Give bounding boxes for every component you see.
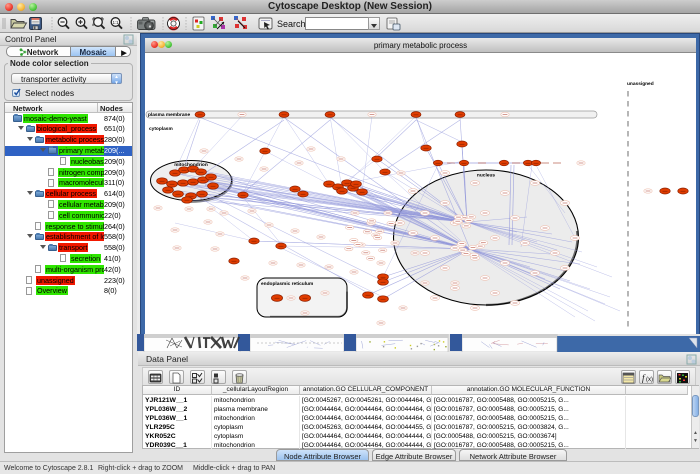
svg-text:cytoplasm: cytoplasm [149, 126, 173, 132]
svg-text:mitochondrion: mitochondrion [174, 162, 208, 168]
svg-text:(x): (x) [646, 377, 653, 383]
svg-text:nucleus: nucleus [477, 173, 495, 179]
svg-text:plasma membrane: plasma membrane [148, 112, 190, 118]
svg-text:endoplasmic reticulum: endoplasmic reticulum [261, 281, 313, 287]
svg-text:unassigned: unassigned [627, 81, 654, 87]
svg-text:1:1: 1:1 [113, 20, 119, 25]
